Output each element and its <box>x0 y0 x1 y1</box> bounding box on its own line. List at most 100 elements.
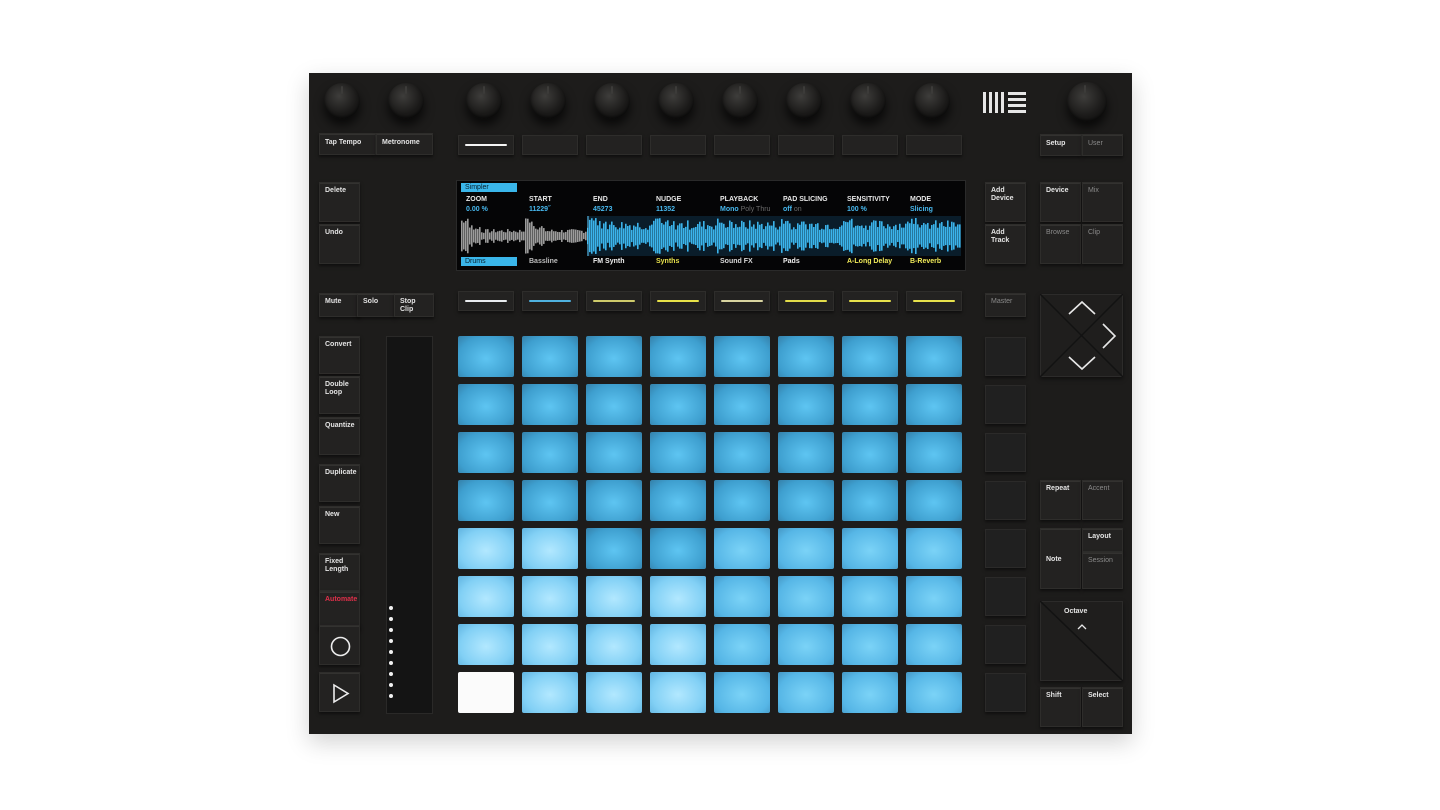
automate-button[interactable]: Automate <box>319 591 360 629</box>
scene-launch-button-5[interactable] <box>985 529 1026 568</box>
layout-button[interactable]: Layout <box>1082 528 1123 552</box>
encoder-knob-4[interactable] <box>658 83 694 119</box>
scene-launch-button-2[interactable] <box>985 385 1026 424</box>
display-button-2[interactable] <box>522 135 578 155</box>
pad-r8-c7[interactable] <box>842 672 898 713</box>
pad-r7-c5[interactable] <box>714 624 770 665</box>
repeat-button[interactable]: Repeat <box>1040 480 1081 520</box>
device-button[interactable]: Device <box>1040 182 1081 222</box>
solo-button[interactable]: Solo <box>357 293 395 317</box>
pad-r2-c4[interactable] <box>650 384 706 425</box>
tempo-knob[interactable] <box>324 83 360 119</box>
pad-r3-c4[interactable] <box>650 432 706 473</box>
pad-r3-c8[interactable] <box>906 432 962 473</box>
pad-r5-c6[interactable] <box>778 528 834 569</box>
browse-button[interactable]: Browse <box>1040 224 1081 264</box>
pad-r4-c3[interactable] <box>586 480 642 521</box>
display-button-8[interactable] <box>906 135 962 155</box>
mix-button[interactable]: Mix <box>1082 182 1123 222</box>
pad-r4-c5[interactable] <box>714 480 770 521</box>
pad-r2-c6[interactable] <box>778 384 834 425</box>
shift-button[interactable]: Shift <box>1040 687 1081 727</box>
track-select-button-4[interactable] <box>650 291 706 311</box>
pad-r5-c4[interactable] <box>650 528 706 569</box>
pad-r3-c2[interactable] <box>522 432 578 473</box>
pad-r2-c2[interactable] <box>522 384 578 425</box>
pad-r1-c6[interactable] <box>778 336 834 377</box>
setup-button[interactable]: Setup <box>1040 134 1082 156</box>
double-loop-button[interactable]: Double Loop <box>319 376 360 414</box>
pad-r7-c4[interactable] <box>650 624 706 665</box>
display-button-1[interactable] <box>458 135 514 155</box>
chevron-right-icon[interactable] <box>1101 322 1117 350</box>
pad-r2-c5[interactable] <box>714 384 770 425</box>
scene-launch-button-3[interactable] <box>985 433 1026 472</box>
chevron-up-icon[interactable] <box>1077 623 1087 630</box>
quantize-button[interactable]: Quantize <box>319 417 360 455</box>
pad-r8-c4[interactable] <box>650 672 706 713</box>
pad-r6-c8[interactable] <box>906 576 962 617</box>
master-button[interactable]: Master <box>985 293 1026 317</box>
pad-r8-c5[interactable] <box>714 672 770 713</box>
pad-r6-c2[interactable] <box>522 576 578 617</box>
track-select-button-1[interactable] <box>458 291 514 311</box>
pad-r3-c7[interactable] <box>842 432 898 473</box>
clip-button[interactable]: Clip <box>1082 224 1123 264</box>
pad-r3-c6[interactable] <box>778 432 834 473</box>
pad-r7-c7[interactable] <box>842 624 898 665</box>
pad-r3-c1[interactable] <box>458 432 514 473</box>
pad-r6-c4[interactable] <box>650 576 706 617</box>
encoder-knob-5[interactable] <box>722 83 758 119</box>
pad-r5-c7[interactable] <box>842 528 898 569</box>
pad-r8-c6[interactable] <box>778 672 834 713</box>
pad-r4-c8[interactable] <box>906 480 962 521</box>
pad-r1-c5[interactable] <box>714 336 770 377</box>
pad-r2-c1[interactable] <box>458 384 514 425</box>
undo-button[interactable]: Undo <box>319 224 360 264</box>
pad-r5-c8[interactable] <box>906 528 962 569</box>
add-track-button[interactable]: Add Track <box>985 224 1026 264</box>
encoder-knob-8[interactable] <box>914 83 950 119</box>
pad-r1-c7[interactable] <box>842 336 898 377</box>
pad-r7-c8[interactable] <box>906 624 962 665</box>
pad-r6-c7[interactable] <box>842 576 898 617</box>
chevron-down-icon[interactable] <box>1067 355 1097 371</box>
pad-r2-c7[interactable] <box>842 384 898 425</box>
pad-r6-c1[interactable] <box>458 576 514 617</box>
pad-r3-c5[interactable] <box>714 432 770 473</box>
metronome-button[interactable]: Metronome <box>376 133 433 155</box>
pad-r4-c6[interactable] <box>778 480 834 521</box>
pad-r8-c8[interactable] <box>906 672 962 713</box>
pad-r8-c3[interactable] <box>586 672 642 713</box>
pad-r7-c1[interactable] <box>458 624 514 665</box>
tap-tempo-button[interactable]: Tap Tempo <box>319 133 376 155</box>
record-button[interactable] <box>319 625 360 665</box>
chevron-up-icon[interactable] <box>1067 300 1097 316</box>
pad-r6-c3[interactable] <box>586 576 642 617</box>
scene-launch-button-7[interactable] <box>985 625 1026 664</box>
mute-button[interactable]: Mute <box>319 293 360 317</box>
encoder-knob-2[interactable] <box>530 83 566 119</box>
swing-knob[interactable] <box>388 83 424 119</box>
pad-r1-c8[interactable] <box>906 336 962 377</box>
pad-r7-c3[interactable] <box>586 624 642 665</box>
encoder-knob-3[interactable] <box>594 83 630 119</box>
play-button[interactable] <box>319 672 360 712</box>
pad-r1-c3[interactable] <box>586 336 642 377</box>
scene-launch-button-4[interactable] <box>985 481 1026 520</box>
scene-launch-button-6[interactable] <box>985 577 1026 616</box>
track-select-button-2[interactable] <box>522 291 578 311</box>
display-button-6[interactable] <box>778 135 834 155</box>
new-button[interactable]: New <box>319 506 360 544</box>
user-button[interactable]: User <box>1082 134 1123 156</box>
pad-r5-c3[interactable] <box>586 528 642 569</box>
duplicate-button[interactable]: Duplicate <box>319 464 360 502</box>
track-select-button-5[interactable] <box>714 291 770 311</box>
track-select-button-3[interactable] <box>586 291 642 311</box>
pad-r8-c1[interactable] <box>458 672 514 713</box>
encoder-knob-7[interactable] <box>850 83 886 119</box>
pad-r8-c2[interactable] <box>522 672 578 713</box>
pad-r7-c6[interactable] <box>778 624 834 665</box>
display-button-4[interactable] <box>650 135 706 155</box>
touch-strip[interactable] <box>386 336 433 714</box>
